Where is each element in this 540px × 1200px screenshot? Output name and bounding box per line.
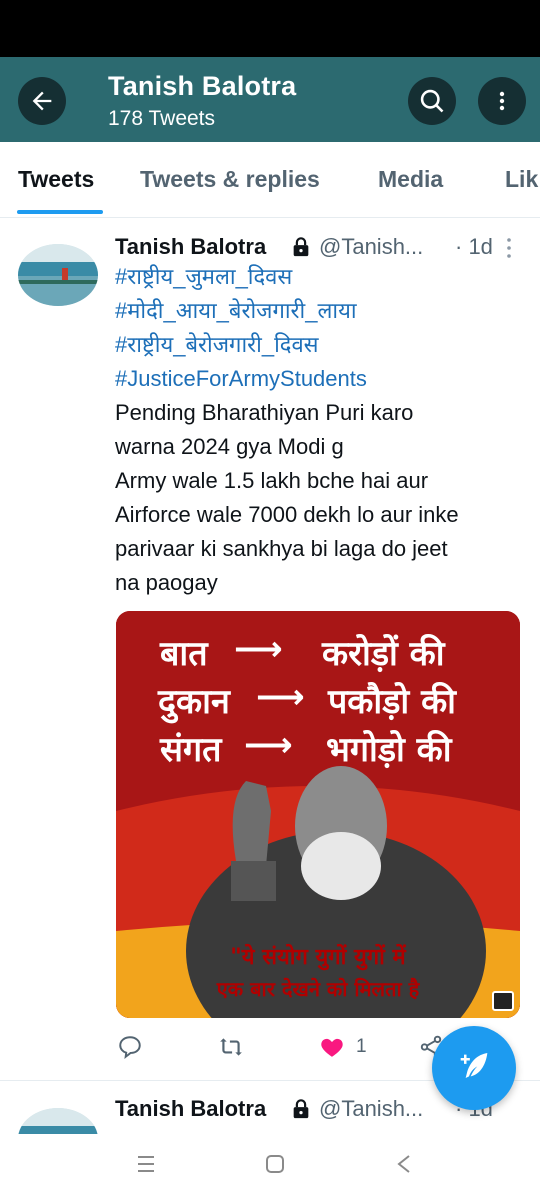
hashtag-link[interactable]: #मोदी_आया_बेरोजगारी_लाया [115,294,525,328]
tweet-author-name[interactable]: Tanish Balotra [115,234,266,260]
poster-text: संगत [160,730,222,770]
poster-quote-line: एक बार देखने को मिलता है [216,977,420,1001]
poster-quote-line: "ये संयोग युगों युगों में [230,945,406,970]
tab-tweets[interactable]: Tweets [18,166,94,193]
home-icon[interactable] [263,1152,287,1176]
android-nav-bar [0,1134,540,1200]
poster-text: बात [160,634,208,674]
tweet-text-line: Airforce wale 7000 dekh lo aur inke [115,502,459,527]
tab-likes[interactable]: Lik [505,166,538,193]
tweet-text-line: Pending Bharathiyan Puri karo [115,400,414,425]
profile-name: Tanish Balotra [108,71,297,101]
hashtag-link[interactable]: #राष्ट्रीय_जुमला_दिवस [115,260,525,294]
back-nav-icon[interactable] [392,1152,416,1176]
recent-apps-icon[interactable] [134,1152,158,1176]
hashtag-link[interactable]: #JusticeForArmyStudents [115,362,525,396]
active-tab-indicator [17,210,103,214]
tweet-text-line: warna 2024 gya Modi g [115,434,344,459]
retweet-button[interactable] [217,1034,245,1060]
like-count: 1 [356,1036,367,1057]
search-icon [420,89,444,113]
poster-text: पकौड़ो की [328,682,456,722]
reply-icon [119,1036,141,1059]
tweet-text-line: parivaar ki sankhya bi laga do jeet [115,536,448,561]
avatar-landscape-image [18,1108,98,1134]
tweet-text: #राष्ट्रीय_जुमला_दिवस #मोदी_आया_बेरोजगार… [115,260,525,600]
tweet-author-handle[interactable]: @Tanish... [319,1096,423,1122]
arrow-left-icon [32,91,52,111]
tweet-count: 178 Tweets [108,107,216,130]
search-button[interactable] [408,77,456,125]
poster-text: करोड़ों की [322,634,445,674]
status-bar [0,0,540,57]
avatar[interactable] [18,1108,98,1134]
tweet-text-line: Army wale 1.5 lakh bche hai aur [115,468,429,493]
compose-feather-icon [460,1053,488,1078]
tab-tweets-replies[interactable]: Tweets & replies [140,166,320,193]
compose-tweet-button[interactable] [432,1026,516,1110]
poster-text: दुकान [158,682,230,722]
like-button[interactable]: 1 [318,1034,367,1060]
tab-media[interactable]: Media [378,166,443,193]
tweet-author-handle[interactable]: @Tanish... [319,234,423,260]
image-badge-icon [492,991,514,1011]
poster-arrow: ⟶ [234,629,283,669]
poster-arrow: ⟶ [256,677,305,717]
avatar[interactable] [18,244,98,306]
heart-icon [321,1038,343,1057]
hashtag-link[interactable]: #राष्ट्रीय_बेरोजगारी_दिवस [115,328,525,362]
more-options-button[interactable] [478,77,526,125]
lock-icon [293,237,309,257]
back-button[interactable] [18,77,66,125]
more-vertical-icon [499,91,505,111]
avatar-landscape-image [18,244,98,306]
tweet-menu-icon[interactable] [502,236,516,260]
tweet-author-name[interactable]: Tanish Balotra [115,1096,266,1122]
retweet-icon [220,1038,242,1056]
poster-text: भगोड़ो की [326,730,452,770]
poster-arrow: ⟶ [244,725,293,765]
profile-tabs: Tweets Tweets & replies Media Lik [0,142,540,218]
tweet-text-line: na paogay [115,570,218,595]
tweet-media-image[interactable]: बात ⟶ करोड़ों की दुकान ⟶ पकौड़ो की संगत … [116,611,520,1018]
reply-button[interactable] [117,1034,143,1060]
tweet-timestamp: · 1d [455,234,493,259]
profile-header: Tanish Balotra 178 Tweets [0,57,540,142]
lock-icon [293,1099,309,1119]
